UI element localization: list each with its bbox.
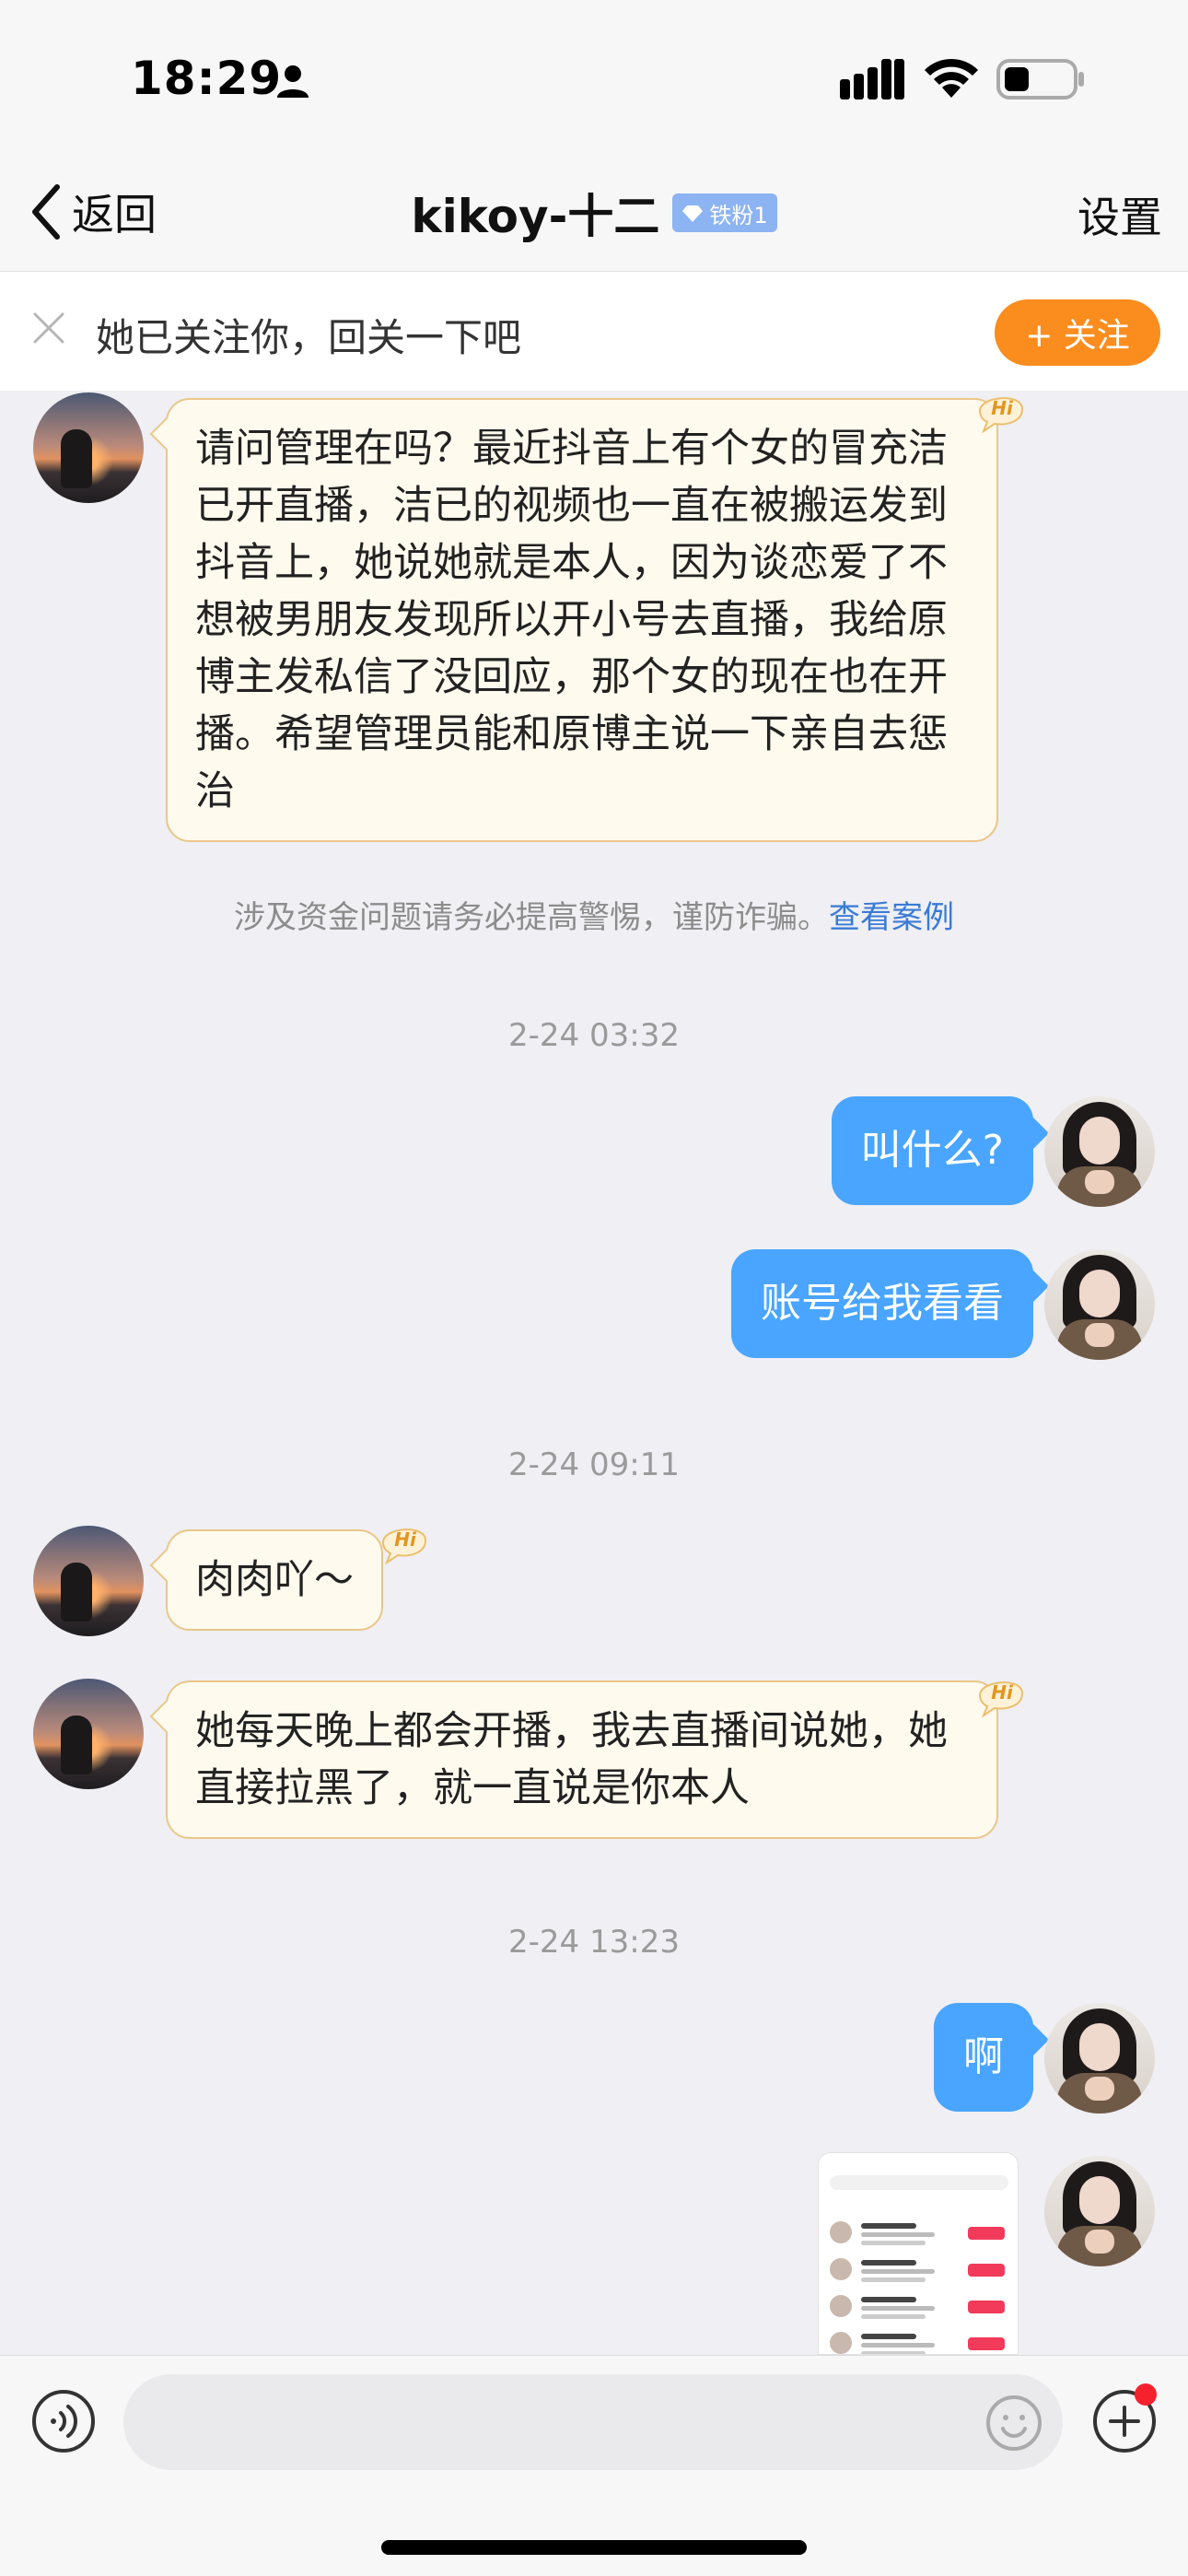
banner-text: 她已关注你，回关一下吧 <box>96 315 522 360</box>
hi-badge-text: Hi <box>394 1528 417 1551</box>
sender-avatar[interactable] <box>33 392 144 503</box>
fan-level-badge: 铁粉1 <box>672 193 777 232</box>
follow-button[interactable]: + 关注 <box>995 299 1160 366</box>
hi-badge-icon: Hi <box>978 1681 1024 1717</box>
incoming-message-bubble[interactable]: 请问管理在吗？最近抖音上有个女的冒充洁已开直播，洁已的视频也一直在被搬运发到抖音… <box>166 398 998 842</box>
notification-dot <box>1135 2383 1157 2406</box>
thumbnail-row <box>830 2293 1008 2324</box>
status-bar: 18:29 <box>0 0 1188 157</box>
home-indicator <box>381 2540 807 2555</box>
thumbnail-status-bar <box>832 2157 1007 2166</box>
wifi-icon <box>925 58 978 98</box>
emoji-icon[interactable] <box>985 2395 1042 2452</box>
incoming-message-bubble[interactable]: 肉肉吖～ <box>166 1529 383 1631</box>
view-case-link[interactable]: 查看案例 <box>829 899 954 936</box>
close-icon[interactable] <box>31 310 66 345</box>
cellular-signal-icon <box>840 59 904 100</box>
battery-icon <box>996 59 1084 100</box>
message-input[interactable] <box>123 2374 1063 2470</box>
sender-avatar[interactable] <box>33 1526 144 1636</box>
settings-button[interactable]: 设置 <box>1077 184 1162 245</box>
hi-badge-text: Hi <box>991 1681 1014 1704</box>
my-avatar[interactable] <box>1044 1096 1155 1207</box>
hi-badge-icon: Hi <box>978 397 1024 433</box>
thumbnail-row <box>830 2219 1008 2251</box>
message-input-bar <box>0 2355 1188 2576</box>
message-timestamp: 2-24 03:32 <box>508 1017 680 1054</box>
notice-text: 涉及资金问题请务必提高警惕，谨防诈骗。 <box>234 899 829 936</box>
my-avatar[interactable] <box>1044 1249 1155 1360</box>
thumbnail-row <box>830 2256 1008 2288</box>
outgoing-message-bubble[interactable]: 账号给我看看 <box>731 1249 1033 1358</box>
fan-level-label: 铁粉1 <box>709 202 768 228</box>
my-avatar[interactable] <box>1044 2156 1155 2266</box>
message-timestamp: 2-24 09:11 <box>508 1446 680 1483</box>
hi-badge-icon: Hi <box>381 1528 427 1564</box>
outgoing-message-bubble[interactable]: 叫什么? <box>831 1096 1033 1205</box>
my-avatar[interactable] <box>1044 2003 1155 2113</box>
screenshot-image-message[interactable] <box>818 2152 1019 2355</box>
sender-avatar[interactable] <box>33 1679 144 1789</box>
incoming-message-bubble[interactable]: 她每天晚上都会开播，我去直播间说她，她直接拉黑了，就一直说是你本人 <box>166 1680 998 1839</box>
hi-badge-text: Hi <box>991 397 1014 419</box>
thumbnail-tabs <box>830 2197 1008 2210</box>
thumbnail-search-bar <box>830 2175 1008 2190</box>
voice-input-icon[interactable] <box>31 2389 96 2453</box>
nav-title-group: kikoy-十二 铁粉1 <box>0 181 1188 245</box>
outgoing-message-bubble[interactable]: 啊 <box>934 2003 1033 2112</box>
message-timestamp: 2-24 13:23 <box>508 1924 680 1961</box>
page-title[interactable]: kikoy-十二 <box>411 180 659 246</box>
fraud-warning-notice: 涉及资金问题请务必提高警惕，谨防诈骗。查看案例 <box>0 892 1188 937</box>
person-icon <box>277 65 309 98</box>
thumbnail-row <box>830 2330 1008 2354</box>
chat-message-list[interactable]: 请问管理在吗？最近抖音上有个女的冒充洁已开直播，洁已的视频也一直在被搬运发到抖音… <box>0 391 1188 2355</box>
diamond-icon <box>682 205 704 222</box>
status-time: 18:29 <box>131 52 283 105</box>
nav-bar: 返回 kikoy-十二 铁粉1 设置 <box>0 157 1188 271</box>
follow-back-banner: 她已关注你，回关一下吧 + 关注 <box>0 271 1188 391</box>
